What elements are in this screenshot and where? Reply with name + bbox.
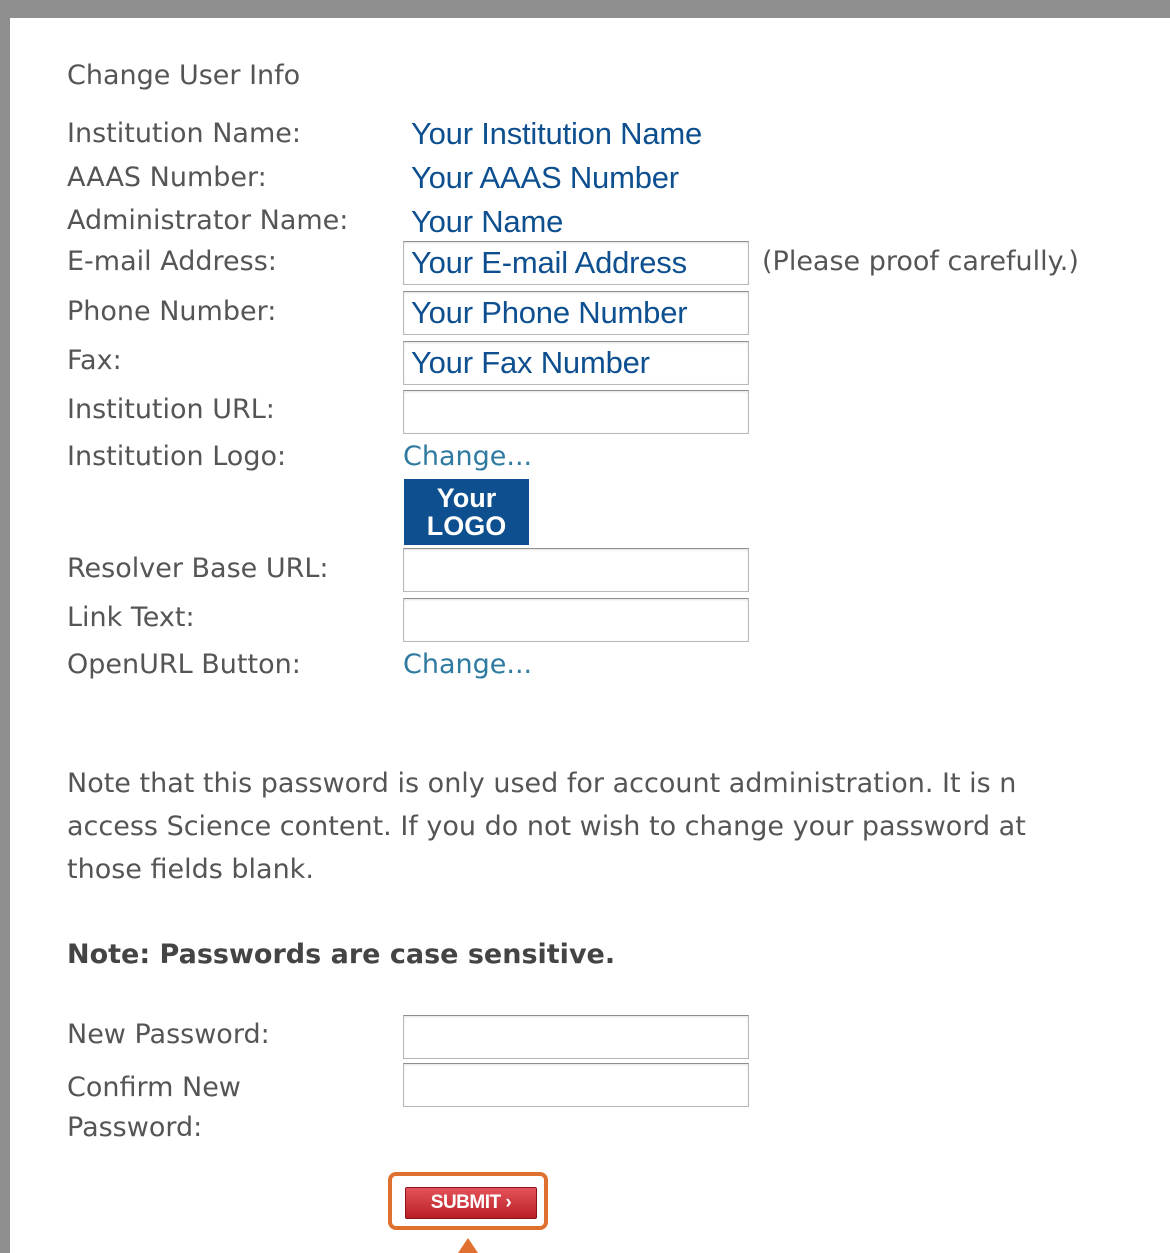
fax-field[interactable]: Your Fax Number bbox=[403, 341, 749, 385]
institution-logo-image: Your LOGO bbox=[404, 479, 529, 545]
password-note-line1: Note that this password is only used for… bbox=[67, 768, 1017, 799]
new-password-label: New Password: bbox=[67, 1019, 270, 1050]
confirm-password-label: Confirm New Password: bbox=[67, 1068, 241, 1148]
confirm-password-label-line2: Password: bbox=[67, 1112, 203, 1143]
logo-text-line2: LOGO bbox=[426, 511, 507, 541]
link-text-input[interactable] bbox=[404, 599, 748, 641]
institution-name-value: Your Institution Name bbox=[411, 116, 703, 151]
email-label: E-mail Address: bbox=[67, 246, 277, 277]
link-text-label: Link Text: bbox=[67, 602, 195, 633]
phone-label: Phone Number: bbox=[67, 296, 277, 327]
institution-url-label: Institution URL: bbox=[67, 394, 275, 425]
institution-url-field[interactable] bbox=[403, 390, 749, 434]
institution-url-input[interactable] bbox=[404, 391, 748, 433]
confirm-password-label-line1: Confirm New bbox=[67, 1072, 241, 1103]
password-note-line3: those fields blank. bbox=[67, 854, 314, 885]
aaas-number-label: AAAS Number: bbox=[67, 162, 267, 193]
email-field[interactable]: Your E-mail Address bbox=[403, 241, 749, 285]
window-frame-top bbox=[0, 0, 1170, 18]
callout-pointer-icon bbox=[458, 1238, 478, 1253]
resolver-base-url-label: Resolver Base URL: bbox=[67, 553, 329, 584]
aaas-number-value: Your AAAS Number bbox=[411, 160, 679, 195]
email-value: Your E-mail Address bbox=[411, 245, 687, 280]
case-sensitive-note: Note: Passwords are case sensitive. bbox=[67, 939, 616, 970]
phone-field[interactable]: Your Phone Number bbox=[403, 291, 749, 335]
logo-text-line1: Your bbox=[436, 483, 497, 513]
administrator-name-value: Your Name bbox=[411, 204, 564, 239]
section-title: Change User Info bbox=[67, 60, 301, 91]
change-openurl-button-link[interactable]: Change... bbox=[403, 649, 532, 681]
fax-label: Fax: bbox=[67, 345, 122, 376]
confirm-password-input[interactable] bbox=[404, 1064, 748, 1106]
confirm-password-field[interactable] bbox=[403, 1063, 749, 1107]
new-password-field[interactable] bbox=[403, 1015, 749, 1059]
institution-logo-label: Institution Logo: bbox=[67, 441, 287, 472]
password-note-line2: access Science content. If you do not wi… bbox=[67, 811, 1026, 842]
change-logo-link[interactable]: Change... bbox=[403, 441, 532, 473]
openurl-button-label: OpenURL Button: bbox=[67, 649, 301, 680]
fax-value: Your Fax Number bbox=[411, 345, 650, 380]
institution-name-label: Institution Name: bbox=[67, 118, 301, 149]
window-frame-left bbox=[0, 0, 10, 1253]
email-hint: (Please proof carefully.) bbox=[762, 246, 1079, 277]
administrator-name-label: Administrator Name: bbox=[67, 205, 349, 236]
new-password-input[interactable] bbox=[404, 1016, 748, 1058]
resolver-base-url-field[interactable] bbox=[403, 548, 749, 592]
submit-button[interactable]: SUBMIT › bbox=[405, 1187, 537, 1219]
resolver-base-url-input[interactable] bbox=[404, 549, 748, 591]
link-text-field[interactable] bbox=[403, 598, 749, 642]
password-note: Note that this password is only used for… bbox=[67, 762, 1026, 891]
phone-value: Your Phone Number bbox=[411, 295, 688, 330]
